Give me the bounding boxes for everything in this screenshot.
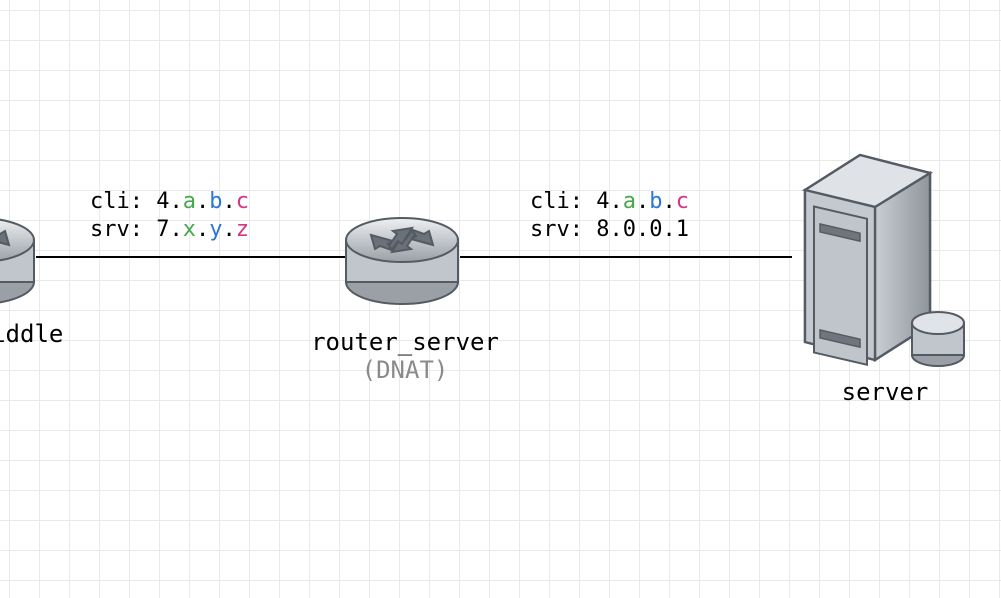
router-left-label: middle: [0, 320, 80, 348]
cli-b: b: [649, 189, 662, 214]
cli-a: a: [623, 189, 636, 214]
srv-z: z: [236, 217, 249, 242]
cli-c: c: [236, 189, 249, 214]
srv-prefix: srv:: [530, 217, 596, 242]
link-right: [460, 256, 792, 258]
packet-right-srv: srv: 8.0.0.1: [530, 216, 689, 244]
server-node: [790, 145, 980, 375]
srv-value: 8.0.0.1: [596, 217, 689, 242]
router-middle-name: router_server: [300, 328, 510, 356]
cli-base: 4: [596, 189, 609, 214]
srv-prefix: srv:: [90, 217, 156, 242]
server-icon: [790, 145, 980, 375]
packet-left-srv: srv: 7.x.y.z: [90, 216, 249, 244]
router-middle-sublabel: (DNAT): [300, 356, 510, 384]
packet-left-cli: cli: 4.a.b.c: [90, 188, 249, 216]
cli-base: 4: [156, 189, 169, 214]
router-left: [0, 197, 38, 317]
router-middle: [340, 197, 464, 317]
router-icon: [0, 197, 38, 317]
link-left: [36, 256, 345, 258]
cli-b: b: [209, 189, 222, 214]
cli-prefix: cli:: [530, 189, 596, 214]
router-middle-label: router_server (DNAT): [300, 328, 510, 384]
router-icon: [340, 197, 464, 317]
cli-prefix: cli:: [90, 189, 156, 214]
srv-y: y: [209, 217, 222, 242]
packet-right-cli: cli: 4.a.b.c: [530, 188, 689, 216]
srv-base: 7: [156, 217, 169, 242]
server-label: server: [810, 378, 960, 406]
srv-x: x: [183, 217, 196, 242]
cli-a: a: [183, 189, 196, 214]
cli-c: c: [676, 189, 689, 214]
diagram-canvas: cli: 4.a.b.c srv: 7.x.y.z cli: 4.a.b.c s…: [0, 0, 1001, 598]
